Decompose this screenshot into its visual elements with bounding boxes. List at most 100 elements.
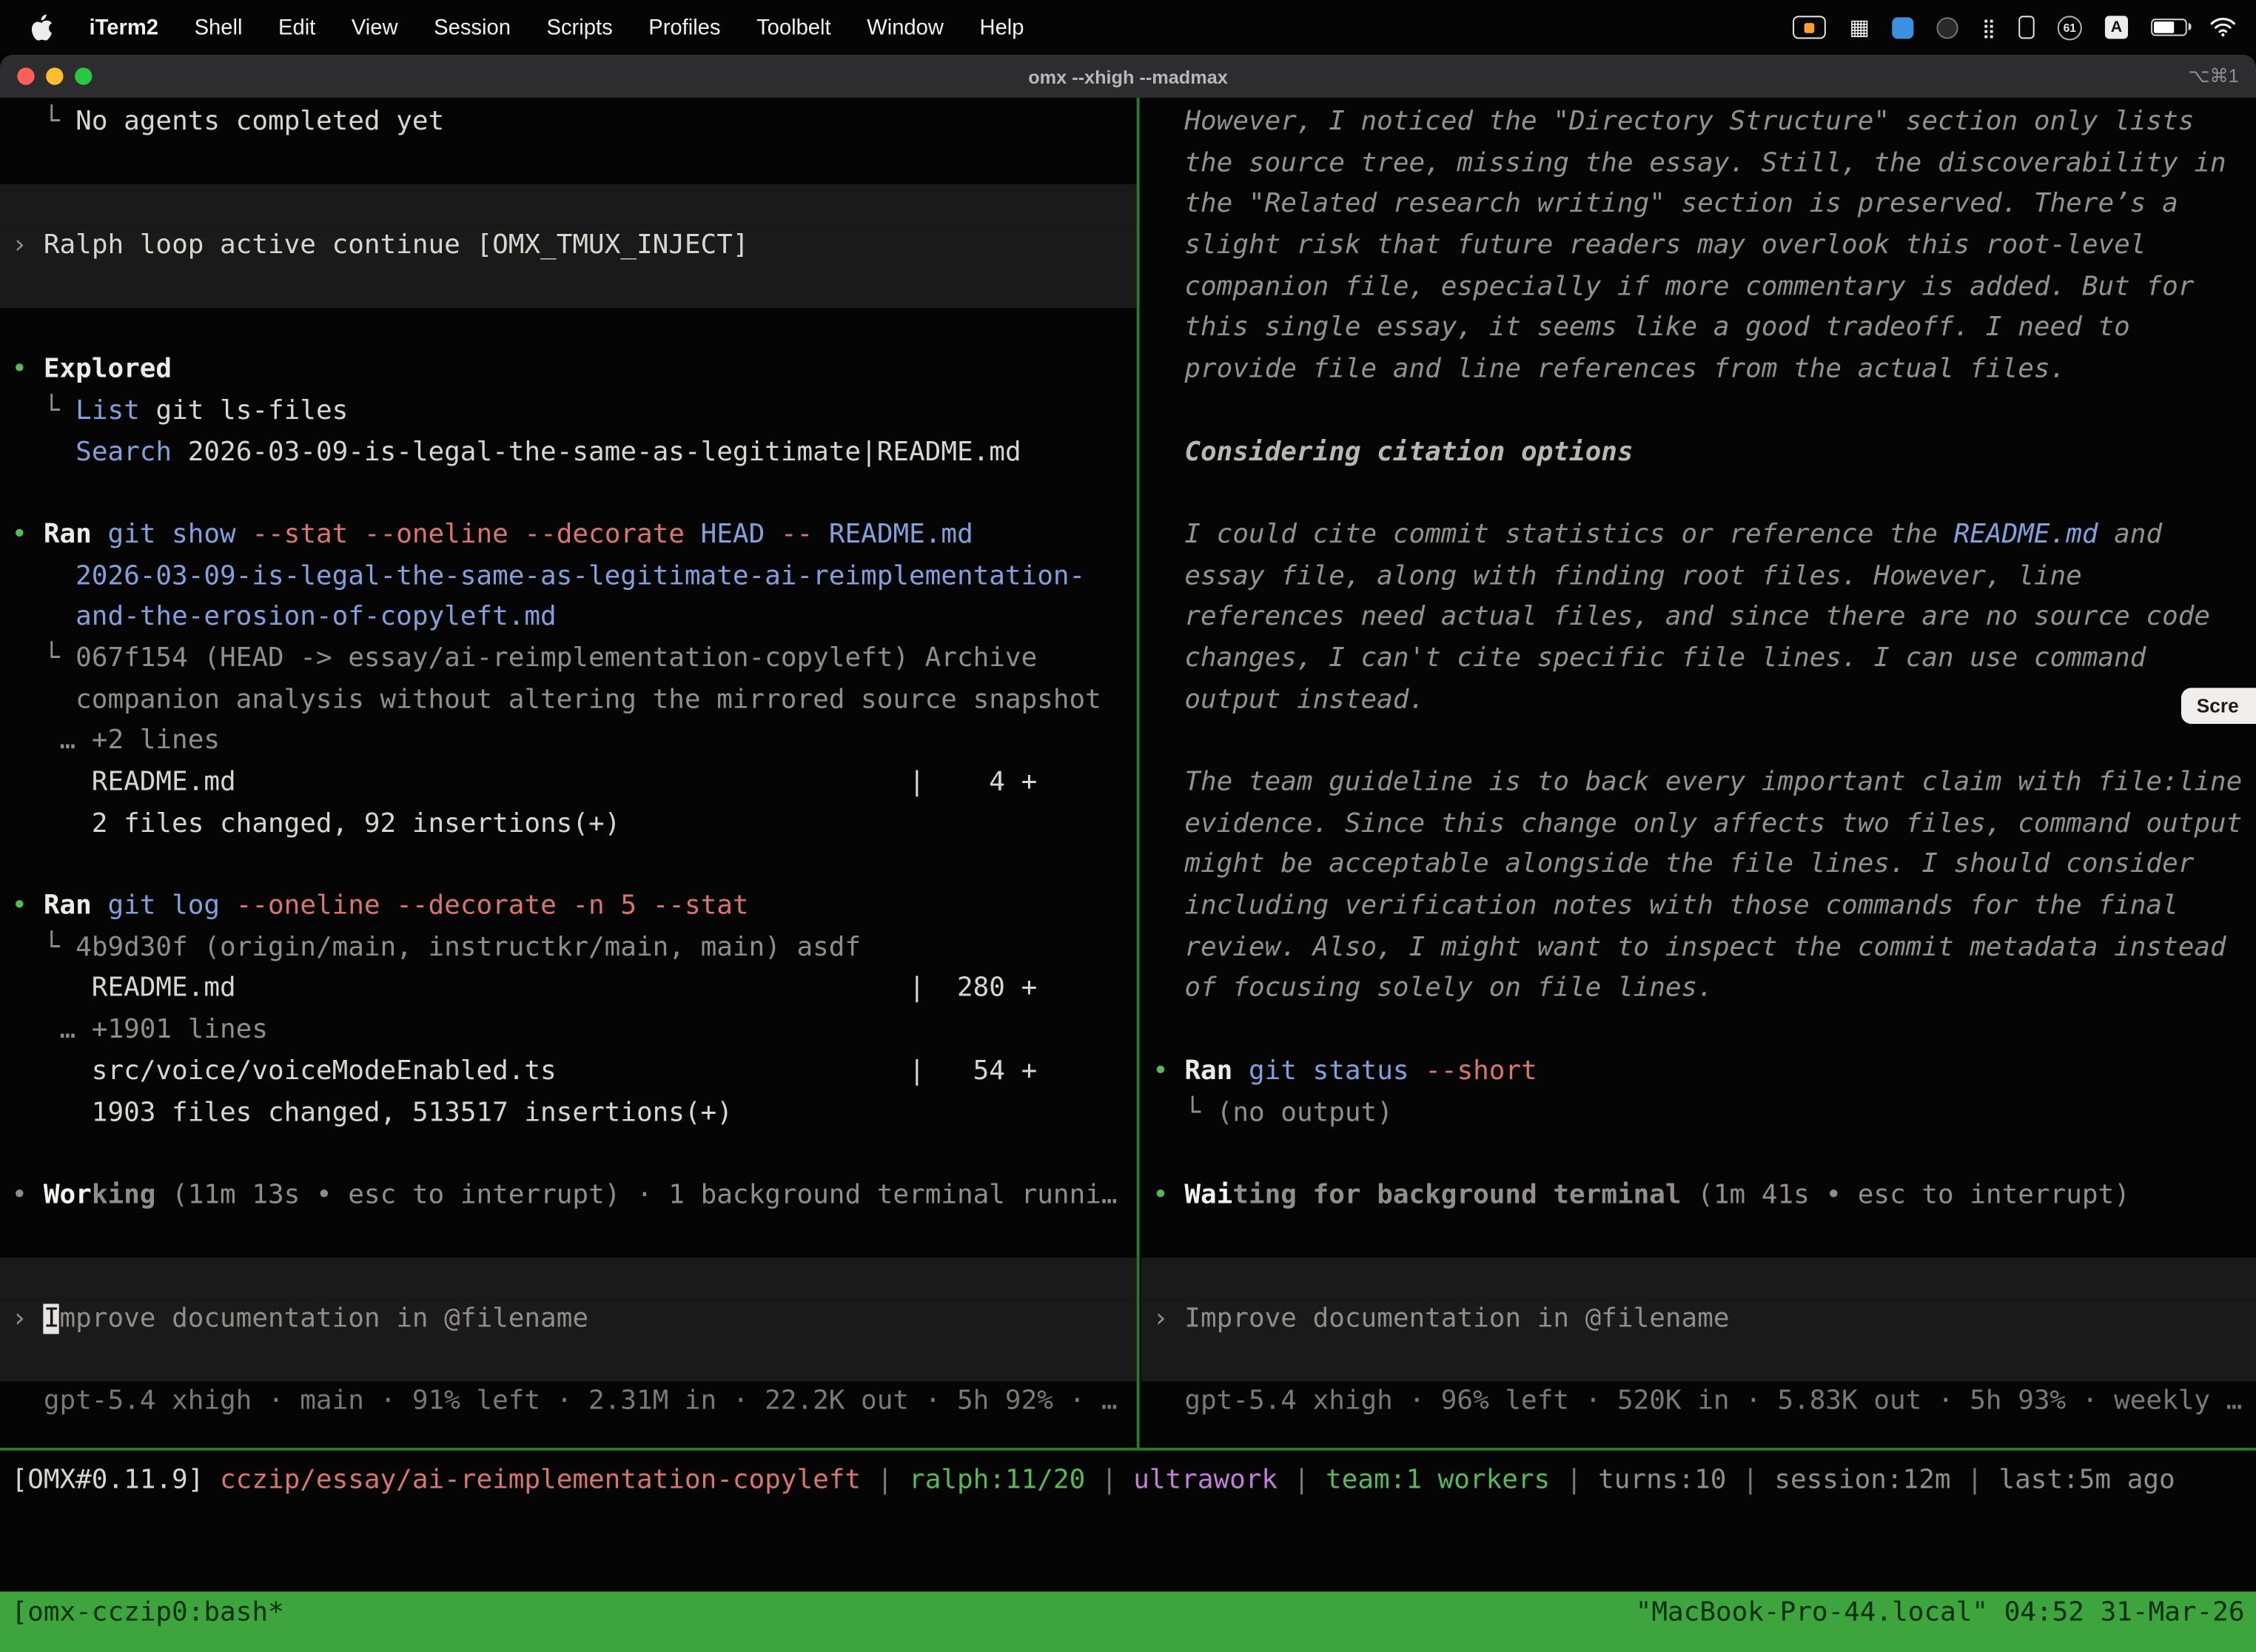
terminal-line: references need actual files, and since …: [1141, 597, 2256, 639]
working-status: • Working (11m 13s • esc to interrupt) ·…: [0, 1175, 1137, 1217]
terminal-line: output instead.: [1141, 680, 2256, 722]
terminal-line: I could cite commit statistics or refere…: [1141, 515, 2256, 557]
terminal-line: └ 067f154 (HEAD -> essay/ai-reimplementa…: [0, 639, 1137, 680]
model-status-line: gpt-5.4 xhigh · 96% left · 520K in · 5.8…: [1141, 1382, 2256, 1423]
terminal-line: companion file, especially if more comme…: [1141, 267, 2256, 309]
screen-share-overlay-tab[interactable]: Scre: [2181, 688, 2256, 724]
blue-app-icon[interactable]: [1893, 16, 1914, 38]
macos-menu-bar: iTerm2 Shell Edit View Session Scripts Profile…: [0, 0, 2256, 55]
menu-item-toolbelt[interactable]: Toolbelt: [756, 15, 831, 39]
pane-divider-horizontal: [0, 1448, 2256, 1451]
device-icon[interactable]: [2018, 16, 2034, 38]
window-title-bar[interactable]: omx --xhigh --madmax ⌥⌘1: [0, 55, 2256, 98]
terminal-line: slight risk that future readers may over…: [1141, 226, 2256, 267]
screen-recording-indicator-icon[interactable]: [1793, 16, 1827, 38]
battery-icon[interactable]: [2151, 19, 2187, 36]
terminal-line: [0, 185, 1137, 226]
prompt-input[interactable]: › Improve documentation in @filename: [1141, 1300, 2256, 1341]
terminal-line: including verification notes with those …: [1141, 887, 2256, 928]
menu-item-iterm2[interactable]: iTerm2: [90, 15, 158, 39]
keyboard-layout-icon[interactable]: A: [2105, 16, 2128, 38]
battery-fill: [2154, 21, 2174, 33]
menu-status-icons: ▦ ⣿ 61 A: [1793, 15, 2256, 39]
terminal-line: [0, 309, 1137, 350]
terminal-line: • Explored: [0, 350, 1137, 392]
omx-status-bar: [OMX#0.11.9] cczip/essay/ai-reimplementa…: [0, 1460, 2256, 1502]
menu-item-shell[interactable]: Shell: [195, 15, 243, 39]
terminal-line: [0, 1134, 1137, 1175]
menu-item-session[interactable]: Session: [434, 15, 511, 39]
traffic-lights: [17, 55, 92, 98]
minimize-button[interactable]: [46, 67, 63, 84]
prompt-input[interactable]: › Improve documentation in @filename: [0, 1300, 1137, 1341]
terminal-line: [0, 1340, 1137, 1382]
terminal-line: might be acceptable alongside the file l…: [1141, 845, 2256, 887]
reasoning-heading: Considering citation options: [1141, 432, 2256, 474]
display-grid-icon[interactable]: ▦: [1849, 16, 1870, 38]
terminal-line: README.md | 4 +: [0, 762, 1137, 804]
screen: iTerm2 Shell Edit View Session Scripts Profile…: [0, 0, 2256, 1652]
right-terminal-pane[interactable]: However, I noticed the "Directory Struct…: [1141, 98, 2256, 1448]
terminal-line: [1141, 1217, 2256, 1258]
terminal-line: … +1901 lines: [0, 1010, 1137, 1052]
terminal-line: [1141, 1010, 2256, 1052]
terminal-line: Search 2026-03-09-is-legal-the-same-as-l…: [0, 432, 1137, 474]
menu-item-profiles[interactable]: Profiles: [648, 15, 720, 39]
wifi-icon[interactable]: [2210, 17, 2236, 37]
terminal-line: └ (no output): [1141, 1093, 2256, 1135]
terminal-line: changes, I can't cite specific file line…: [1141, 639, 2256, 680]
menu-item-scripts[interactable]: Scripts: [547, 15, 613, 39]
close-button[interactable]: [17, 67, 34, 84]
terminal-line: [0, 474, 1137, 515]
battery-percent-widget[interactable]: 61: [2058, 15, 2082, 39]
terminal-line: • Ran git status --short: [1141, 1052, 2256, 1093]
terminal-line: [0, 267, 1137, 309]
window-shortcut-badge: ⌥⌘1: [2188, 55, 2238, 98]
model-status-line: gpt-5.4 xhigh · main · 91% left · 2.31M …: [0, 1382, 1137, 1423]
terminal-line: [1141, 391, 2256, 432]
terminal-line: of focusing solely on file lines.: [1141, 969, 2256, 1010]
window-title: omx --xhigh --madmax: [1028, 65, 1228, 87]
terminal-line: └ 4b9d30f (origin/main, instructkr/main,…: [0, 928, 1137, 970]
terminal-line: and-the-erosion-of-copyleft.md: [0, 597, 1137, 639]
omx-status-line: [OMX#0.11.9] cczip/essay/ai-reimplementa…: [0, 1460, 2256, 1502]
terminal-line: the source tree, missing the essay. Stil…: [1141, 144, 2256, 185]
terminal-line: [0, 845, 1137, 887]
terminal-line: [0, 1258, 1137, 1300]
zoom-button[interactable]: [75, 67, 92, 84]
terminal-panes: └ No agents completed yet › Ralph loop a…: [0, 98, 2256, 1448]
dots-grid-icon[interactable]: ⣿: [1982, 18, 1996, 36]
terminal-line: [1141, 1134, 2256, 1175]
terminal-line: 1903 files changed, 513517 insertions(+): [0, 1093, 1137, 1135]
terminal-line: [1141, 1258, 2256, 1300]
terminal-line: src/voice/voiceModeEnabled.ts | 54 +: [0, 1052, 1137, 1093]
terminal-line: evidence. Since this change only affects…: [1141, 804, 2256, 845]
apple-menu-icon[interactable]: [32, 14, 53, 40]
ralph-loop-banner[interactable]: › Ralph loop active continue [OMX_TMUX_I…: [0, 226, 1137, 267]
terminal-line: provide file and line references from th…: [1141, 350, 2256, 392]
terminal-line: • Ran git log --oneline --decorate -n 5 …: [0, 887, 1137, 928]
menu-item-window[interactable]: Window: [867, 15, 944, 39]
terminal-line: companion analysis without altering the …: [0, 680, 1137, 722]
left-terminal-pane[interactable]: └ No agents completed yet › Ralph loop a…: [0, 98, 1137, 1448]
terminal-line: [1141, 1340, 2256, 1382]
terminal-line: the "Related research writing" section i…: [1141, 185, 2256, 226]
menu-item-help[interactable]: Help: [980, 15, 1024, 39]
terminal-line: [0, 1217, 1137, 1258]
pane-divider-vertical[interactable]: [1137, 98, 1140, 1448]
menu-left: iTerm2 Shell Edit View Session Scripts Profile…: [0, 14, 1024, 40]
tmux-host-clock: "MacBook-Pro-44.local" 04:52 31-Mar-26: [1636, 1593, 2245, 1652]
terminal-line: [1141, 474, 2256, 515]
terminal-line: README.md | 280 +: [0, 969, 1137, 1010]
terminal-line: However, I noticed the "Directory Struct…: [1141, 102, 2256, 144]
tmux-session-label[interactable]: [omx-cczip0:bash*: [12, 1593, 284, 1652]
terminal-line: └ No agents completed yet: [0, 102, 1137, 144]
terminal-line: └ List git ls-files: [0, 391, 1137, 432]
terminal-line: [0, 144, 1137, 185]
menu-item-edit[interactable]: Edit: [278, 15, 315, 39]
terminal-line: • Ran git show --stat --oneline --decora…: [0, 515, 1137, 557]
dark-app-icon[interactable]: [1937, 16, 1958, 38]
terminal-line: [1141, 722, 2256, 763]
menu-item-view[interactable]: View: [352, 15, 398, 39]
terminal-line: 2026-03-09-is-legal-the-same-as-legitima…: [0, 557, 1137, 598]
